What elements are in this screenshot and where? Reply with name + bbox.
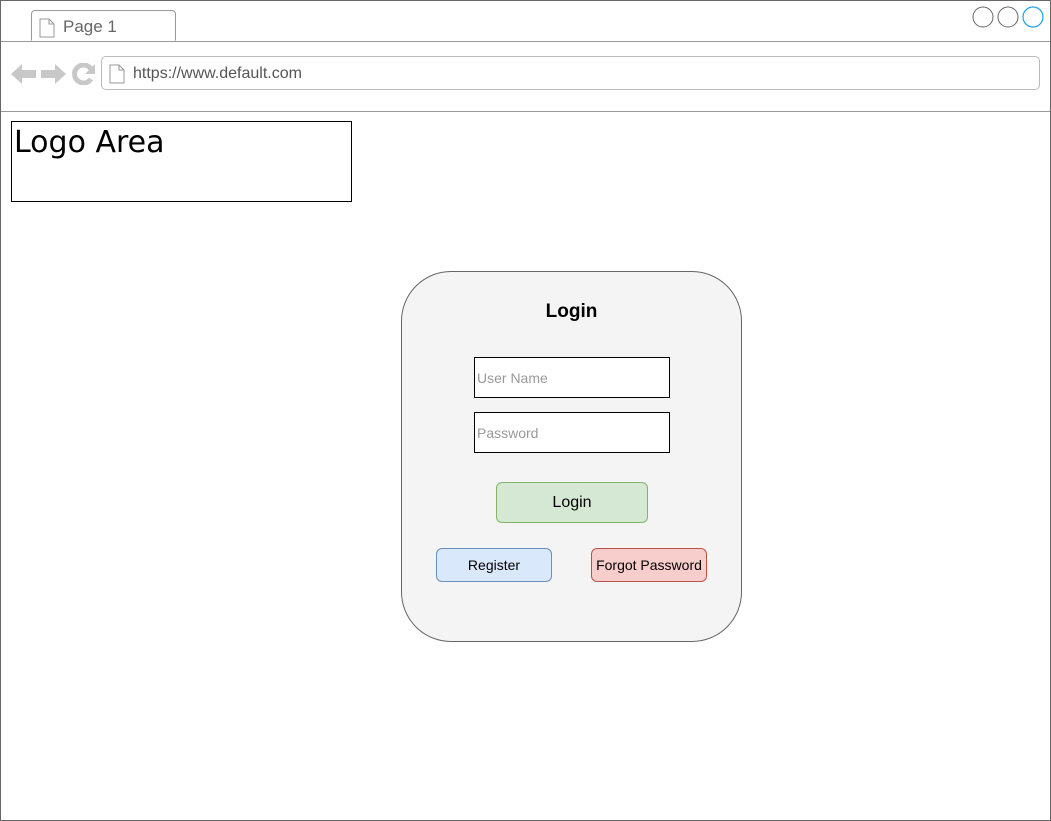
logo-text: Logo Area [14,125,165,160]
forward-arrow-icon[interactable] [41,63,67,90]
url-text[interactable]: https://www.default.com [133,65,302,83]
logo-area: Logo Area [11,121,352,202]
refresh-icon[interactable] [72,62,96,90]
login-title: Login [545,301,598,322]
page-icon [109,64,125,89]
page-icon [39,18,55,43]
tab-label: Page 1 [63,17,117,36]
browser-window: Page 1 https://www.default.com Logo Area… [0,0,1051,821]
close-icon[interactable] [1022,6,1044,33]
address-toolbar: https://www.default.com [1,42,1050,112]
back-arrow-icon[interactable] [11,63,37,90]
register-button[interactable]: Register [436,548,552,582]
minimize-icon[interactable] [972,6,994,33]
address-bar[interactable]: https://www.default.com [101,56,1040,90]
tab-bar: Page 1 [1,1,1050,42]
login-card: Login Login Register Forgot Password [401,271,742,642]
window-controls [972,6,1048,28]
tab-page-1[interactable]: Page 1 [31,10,176,41]
maximize-icon[interactable] [997,6,1019,33]
password-input[interactable] [474,412,670,453]
username-input[interactable] [474,357,670,398]
login-button[interactable]: Login [496,482,648,523]
forgot-password-button[interactable]: Forgot Password [591,548,707,582]
